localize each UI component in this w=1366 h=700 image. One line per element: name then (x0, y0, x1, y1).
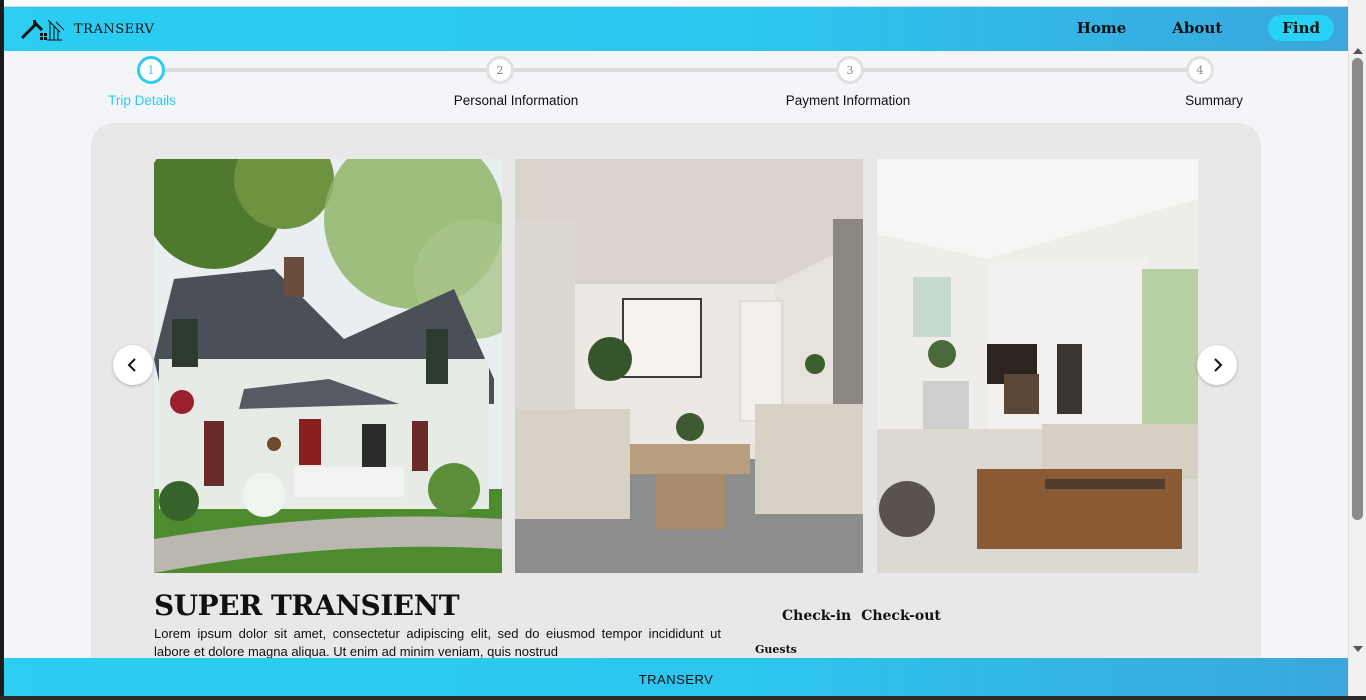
photo-living-room (515, 159, 863, 573)
listing-title: SUPER TRANSIENT (154, 589, 460, 622)
date-selectors: Check-in Check-out (782, 608, 951, 624)
checkin-label[interactable]: Check-in (782, 608, 851, 624)
step-4-indicator[interactable]: 4 (1186, 56, 1214, 84)
browser-top-edge (4, 0, 1348, 7)
photo-house-exterior (154, 159, 502, 573)
scroll-up-arrow-icon[interactable] (1353, 48, 1363, 54)
brand-logo[interactable]: TRANSERV (20, 16, 154, 42)
photo-carousel (154, 159, 1198, 573)
stepper-track (152, 68, 1200, 72)
guests-label: Guests (755, 643, 797, 656)
navbar: TRANSERV Home About Find (4, 7, 1348, 51)
app-window: TRANSERV Home About Find 1 2 3 4 Trip De… (4, 0, 1348, 700)
step-1-indicator[interactable]: 1 (137, 56, 165, 84)
house-key-icon (20, 19, 65, 41)
page-footer: TRANSERV (4, 658, 1348, 700)
checkout-label[interactable]: Check-out (861, 608, 941, 624)
step-2-label: Personal Information (453, 93, 579, 108)
nav-about-link[interactable]: About (1172, 19, 1222, 37)
booking-stepper: 1 2 3 4 Trip Details Personal Informatio… (4, 51, 1348, 117)
scroll-down-arrow-icon[interactable] (1353, 646, 1363, 652)
nav-home-link[interactable]: Home (1077, 19, 1127, 37)
chevron-left-icon (127, 358, 136, 372)
carousel-prev-button[interactable] (113, 345, 153, 385)
carousel-next-button[interactable] (1197, 345, 1237, 385)
step-4-label: Summary (1185, 93, 1243, 108)
step-2-indicator[interactable]: 2 (486, 56, 514, 84)
listing-card: SUPER TRANSIENT Lorem ipsum dolor sit am… (91, 123, 1261, 683)
nav-find-button[interactable]: Find (1268, 15, 1334, 41)
scroll-thumb[interactable] (1352, 58, 1363, 520)
main-nav: Home About Find (1077, 15, 1334, 41)
step-3-label: Payment Information (785, 93, 911, 108)
listing-description: Lorem ipsum dolor sit amet, consectetur … (154, 626, 721, 659)
chevron-right-icon (1214, 358, 1223, 372)
taskbar-edge (0, 696, 1366, 700)
step-3-indicator[interactable]: 3 (836, 56, 864, 84)
step-1-label: Trip Details (108, 93, 176, 108)
photo-open-kitchen (877, 159, 1198, 573)
brand-name: TRANSERV (74, 21, 155, 37)
footer-text: TRANSERV (638, 671, 714, 687)
page-scrollbar[interactable] (1348, 0, 1366, 700)
